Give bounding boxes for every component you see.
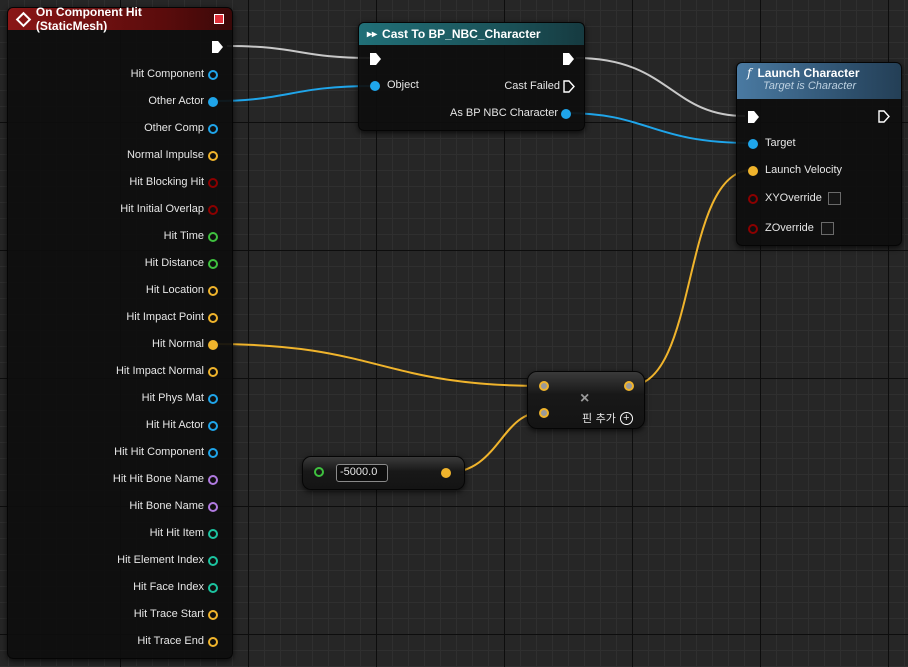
float-input-pin[interactable]: [314, 467, 324, 477]
launch-zoverride-label: ZOverride: [765, 222, 814, 234]
event-output-pin[interactable]: [208, 637, 218, 647]
cast-as-pin[interactable]: [561, 109, 571, 119]
event-pin-label: Hit Trace End: [137, 635, 204, 647]
event-pin-label: Hit Impact Normal: [115, 365, 204, 377]
cast-exec-out-pin[interactable]: [563, 53, 574, 65]
event-pin-label: Hit Phys Mat: [141, 392, 204, 404]
vector-wire-multiply-to-velocity: [628, 169, 753, 387]
multiply-symbol: ×: [580, 390, 590, 407]
event-output-pin[interactable]: [208, 178, 218, 188]
exec-wire-cast-to-launch: [575, 57, 746, 117]
event-pin-label: Hit Bone Name: [129, 500, 204, 512]
event-pin-label: Hit Element Index: [117, 554, 204, 566]
event-pin-label: Hit Hit Item: [149, 527, 204, 539]
event-output-pin[interactable]: [208, 529, 218, 539]
launch-exec-out-pin[interactable]: [878, 110, 890, 123]
launch-character-node[interactable]: f Launch Character Target is Character T…: [736, 62, 902, 246]
float-value-field[interactable]: -5000.0: [336, 464, 388, 482]
event-output-pin[interactable]: [208, 340, 218, 350]
event-output-pin[interactable]: [208, 232, 218, 242]
xyoverride-checkbox[interactable]: [828, 192, 841, 205]
zoverride-checkbox[interactable]: [821, 222, 834, 235]
event-output-pin[interactable]: [208, 583, 218, 593]
launch-zoverride-pin[interactable]: [748, 224, 758, 234]
event-output-pin[interactable]: [208, 124, 218, 134]
cast-object-pin[interactable]: [370, 81, 380, 91]
event-pin-label: Hit Initial Overlap: [120, 203, 204, 215]
cast-object-label: Object: [387, 79, 419, 91]
event-pin-label: Hit Component: [130, 68, 204, 80]
event-output-pin[interactable]: [208, 97, 218, 107]
event-output-pin[interactable]: [208, 70, 218, 80]
event-delegate-icon[interactable]: [214, 14, 224, 24]
launch-target-label: Target: [765, 137, 796, 149]
launch-velocity-label: Launch Velocity: [765, 164, 843, 176]
event-output-pin[interactable]: [208, 421, 218, 431]
cast-icon: ▸▸: [367, 28, 378, 40]
launch-exec-in-pin[interactable]: [748, 111, 759, 123]
event-output-pin[interactable]: [208, 259, 218, 269]
float-literal-node[interactable]: -5000.0: [302, 456, 465, 490]
event-output-pin[interactable]: [208, 610, 218, 620]
vector-wire-normal-to-multiply: [212, 343, 544, 387]
launch-xyoverride-pin[interactable]: [748, 194, 758, 204]
event-output-pin[interactable]: [208, 286, 218, 296]
cast-as-label: As BP NBC Character: [449, 107, 558, 119]
event-pin-label: Hit Time: [163, 230, 204, 242]
multiply-node[interactable]: × 핀 추가 +: [527, 371, 645, 429]
event-pin-label: Hit Normal: [152, 338, 204, 350]
multiply-input-b-pin[interactable]: [539, 408, 549, 418]
event-node-title: On Component Hit (StaticMesh): [35, 5, 142, 33]
event-pin-label: Other Comp: [144, 122, 204, 134]
float-output-pin[interactable]: [441, 468, 451, 478]
event-output-pin[interactable]: [208, 313, 218, 323]
multiply-output-pin[interactable]: [624, 381, 634, 391]
on-component-hit-node[interactable]: On Component Hit (StaticMesh) Hit Compon…: [7, 5, 233, 659]
event-diamond-icon: [15, 11, 32, 27]
event-output-pin[interactable]: [208, 475, 218, 485]
event-output-pin[interactable]: [208, 394, 218, 404]
event-pin-label: Hit Impact Point: [126, 311, 204, 323]
add-pin-button[interactable]: 핀 추가 +: [582, 410, 633, 426]
launch-target-pin[interactable]: [748, 139, 758, 149]
cast-node-title: Cast To BP_NBC_Character: [382, 27, 541, 41]
object-wire-actor-to-cast: [212, 85, 375, 102]
event-pin-label: Hit Hit Bone Name: [112, 473, 204, 485]
event-pin-label: Hit Face Index: [133, 581, 204, 593]
event-pin-label: Hit Blocking Hit: [129, 176, 204, 188]
function-icon: f: [747, 66, 752, 80]
launch-xyoverride-label: XYOverride: [765, 192, 822, 204]
event-pin-label: Other Actor: [148, 95, 204, 107]
event-output-pin[interactable]: [208, 556, 218, 566]
event-output-pin[interactable]: [208, 448, 218, 458]
event-pin-label: Hit Location: [145, 284, 204, 296]
launch-node-header[interactable]: f Launch Character Target is Character: [737, 63, 901, 99]
cast-node[interactable]: ▸▸ Cast To BP_NBC_Character Object Cast …: [358, 22, 585, 131]
add-pin-icon: +: [619, 411, 633, 425]
cast-failed-exec-pin[interactable]: [563, 80, 575, 93]
event-output-pin[interactable]: [208, 205, 218, 215]
exec-wire-event-to-cast: [226, 45, 371, 59]
object-wire-cast-to-target: [564, 112, 753, 144]
event-node-header[interactable]: On Component Hit (StaticMesh): [8, 5, 232, 33]
add-pin-label: 핀 추가: [582, 412, 616, 425]
multiply-input-a-pin[interactable]: [539, 381, 549, 391]
cast-exec-in-pin[interactable]: [370, 53, 381, 65]
event-pin-label: Hit Hit Component: [114, 446, 204, 458]
cast-node-header[interactable]: ▸▸ Cast To BP_NBC_Character: [359, 23, 584, 45]
event-pin-label: Normal Impulse: [126, 149, 204, 161]
event-pin-label: Hit Hit Actor: [145, 419, 204, 431]
event-output-pin[interactable]: [208, 151, 218, 161]
launch-node-title: Launch Character: [757, 66, 860, 80]
launch-velocity-pin[interactable]: [748, 166, 758, 176]
cast-failed-label: Cast Failed: [504, 80, 560, 92]
event-output-pin[interactable]: [208, 367, 218, 377]
event-pin-label: Hit Trace Start: [133, 608, 204, 620]
event-pin-label: Hit Distance: [144, 257, 204, 269]
event-output-pin[interactable]: [208, 502, 218, 512]
launch-node-subtitle: Target is Character: [763, 80, 857, 92]
event-exec-out-pin[interactable]: [212, 41, 223, 53]
